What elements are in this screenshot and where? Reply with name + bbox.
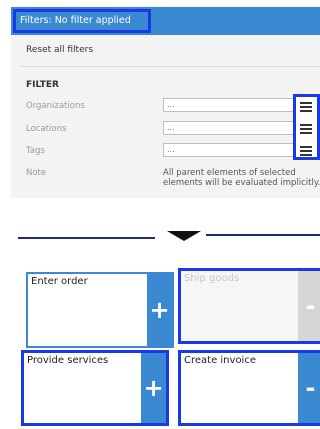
remove-button[interactable]: - xyxy=(298,271,320,341)
note-text: All parent elements of selected elements… xyxy=(163,168,320,188)
filter-header-bar: Filters: No filter applied xyxy=(11,7,320,35)
filter-status-title[interactable]: Filters: No filter applied xyxy=(13,9,151,33)
tile-label: Provide services xyxy=(27,355,109,366)
locations-menu-icon[interactable] xyxy=(300,124,312,135)
tile-create-invoice[interactable]: Create invoice - xyxy=(178,350,320,426)
organizations-field[interactable]: ... xyxy=(163,98,296,112)
organizations-label: Organizations xyxy=(26,101,85,111)
tile-ship-goods[interactable]: Ship goods - xyxy=(178,268,320,344)
tags-field[interactable]: ... xyxy=(163,143,296,157)
remove-button[interactable]: - xyxy=(298,353,320,423)
down-arrow-icon xyxy=(167,231,201,241)
tile-label: Create invoice xyxy=(184,355,256,366)
locations-field[interactable]: ... xyxy=(163,121,296,135)
tile-label: Ship goods xyxy=(181,271,301,341)
divider-line-right xyxy=(206,234,320,236)
divider-line-left xyxy=(18,237,155,239)
add-button[interactable]: + xyxy=(141,353,166,423)
tags-menu-icon[interactable] xyxy=(300,146,312,157)
reset-all-filters-link[interactable]: Reset all filters xyxy=(26,45,93,55)
tile-provide-services[interactable]: Provide services + xyxy=(21,350,169,426)
note-label: Note xyxy=(26,168,47,178)
organizations-menu-icon[interactable] xyxy=(300,102,312,113)
add-button[interactable]: + xyxy=(147,274,172,346)
tags-label: Tags xyxy=(26,146,45,156)
tile-enter-order[interactable]: Enter order + xyxy=(26,272,174,348)
locations-label: Locations xyxy=(26,124,67,134)
filter-heading: FILTER xyxy=(26,80,59,90)
tile-label: Enter order xyxy=(31,276,88,287)
panel-divider xyxy=(20,66,320,67)
filter-menu-buttons xyxy=(293,94,320,160)
